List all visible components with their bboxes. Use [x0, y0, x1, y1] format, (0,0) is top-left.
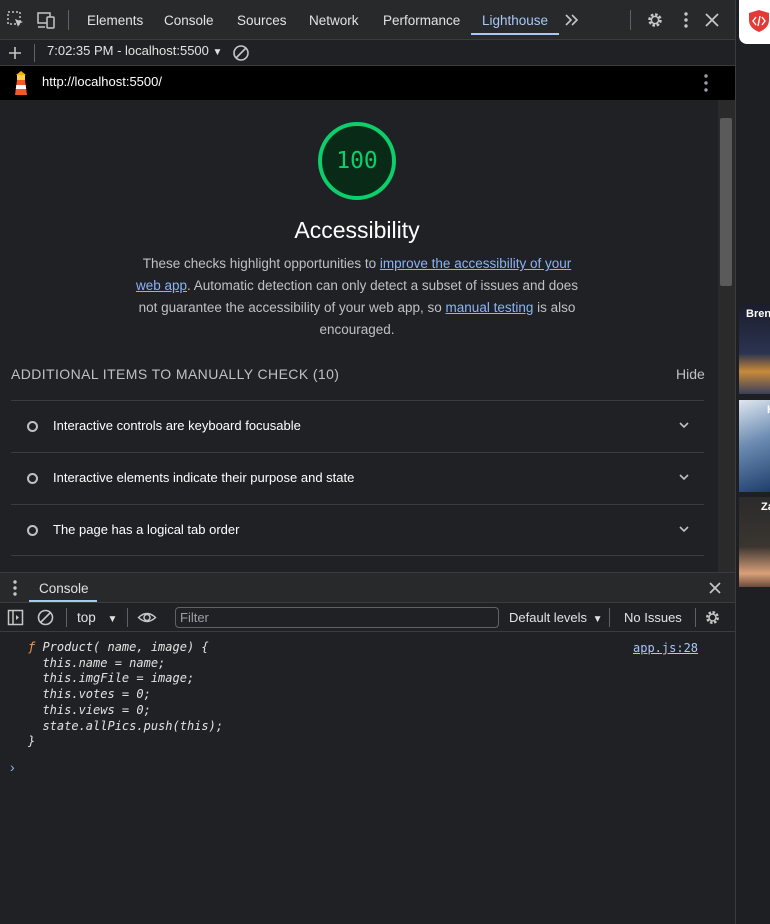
- description-text: These checks highlight opportunities to: [142, 256, 380, 271]
- manual-audit-circle-icon: [27, 525, 38, 536]
- source-location-link[interactable]: app.js:28: [633, 641, 698, 655]
- code-line: Product( name, image) {: [42, 640, 209, 654]
- code-line: this.imgFile = image;: [28, 671, 195, 686]
- category-description: These checks highlight opportunities to …: [135, 253, 579, 341]
- log-levels-label: Default levels: [509, 610, 588, 625]
- dropdown-arrow-icon: ▼: [592, 614, 603, 625]
- participant-thumbnail[interactable]: Za: [739, 497, 770, 587]
- devtools-tabbar: Elements Console Sources Network Perform…: [0, 0, 735, 40]
- settings-gear-icon[interactable]: [645, 10, 665, 30]
- hide-manual-checks-button[interactable]: Hide: [676, 366, 705, 382]
- participant-name: Brend: [746, 308, 770, 320]
- tab-network[interactable]: Network: [309, 0, 359, 40]
- drawer-menu-kebab-icon[interactable]: [8, 579, 22, 597]
- participant-thumbnail[interactable]: H: [739, 400, 770, 492]
- participant-thumbnail[interactable]: Brend: [739, 304, 770, 394]
- lighthouse-logo-icon: [15, 71, 27, 95]
- manual-checks-heading: ADDITIONAL ITEMS TO MANUALLY CHECK (10): [11, 366, 340, 382]
- close-devtools-icon[interactable]: [702, 10, 722, 30]
- extension-button[interactable]: [739, 0, 770, 44]
- console-output: ƒ Product( name, image) { this.name = na…: [0, 632, 735, 924]
- dropdown-arrow-icon: ▼: [107, 614, 118, 625]
- participant-name: Za: [761, 501, 770, 513]
- clear-reports-icon[interactable]: [232, 44, 250, 62]
- report-select-label: 7:02:35 PM - localhost:5500: [47, 43, 209, 58]
- console-toolbar: top ▼ Default levels ▼ No Issues: [0, 603, 735, 632]
- audit-item[interactable]: Interactive elements indicate their purp…: [11, 452, 704, 504]
- code-line: this.name = name;: [28, 655, 166, 670]
- tabbar-divider: [68, 10, 69, 30]
- context-selector[interactable]: top ▼: [77, 610, 117, 625]
- log-levels-dropdown[interactable]: Default levels ▼: [509, 610, 603, 625]
- chevron-down-icon: [679, 526, 689, 533]
- drawer-tab-console[interactable]: Console: [39, 581, 89, 596]
- score-value: 100: [336, 148, 378, 174]
- report-select[interactable]: 7:02:35 PM - localhost:5500 ▼: [47, 43, 222, 58]
- console-filter-input[interactable]: [175, 607, 499, 628]
- extension-shield-icon: [749, 10, 769, 32]
- toolbar-divider: [66, 608, 67, 627]
- device-toolbar-icon[interactable]: [36, 10, 56, 30]
- console-prompt[interactable]: ›: [10, 759, 15, 775]
- browser-side-strip: Brend H Za: [735, 0, 770, 924]
- toolbar-divider: [34, 44, 35, 62]
- code-line: this.views = 0;: [28, 702, 151, 717]
- audit-title: The page has a logical tab order: [53, 522, 240, 537]
- drawer-header: Console: [0, 572, 735, 603]
- manual-audit-circle-icon: [27, 421, 38, 432]
- chevron-down-icon: [679, 474, 689, 481]
- lighthouse-report-toolbar: 7:02:35 PM - localhost:5500 ▼: [0, 40, 735, 66]
- drawer-active-tab-indicator: [29, 600, 97, 602]
- toolbar-divider: [609, 608, 610, 627]
- active-tab-indicator: [471, 33, 559, 35]
- context-label: top: [77, 610, 96, 625]
- code-line: this.votes = 0;: [28, 687, 151, 702]
- code-line: }: [28, 734, 36, 749]
- kebab-menu-icon[interactable]: [676, 10, 696, 30]
- more-tabs-chevron-icon[interactable]: [562, 10, 582, 30]
- tab-console[interactable]: Console: [164, 0, 214, 40]
- audit-item[interactable]: [11, 555, 704, 572]
- dropdown-arrow-icon: ▼: [212, 47, 223, 58]
- manual-testing-link[interactable]: manual testing: [446, 300, 534, 315]
- report-url[interactable]: http://localhost:5500/: [42, 74, 162, 89]
- console-message[interactable]: ƒ Product( name, image) { this.name = na…: [28, 640, 223, 750]
- devtools-panel: Elements Console Sources Network Perform…: [0, 0, 735, 924]
- report-scrollbar-thumb[interactable]: [720, 118, 732, 286]
- audit-title: Interactive elements indicate their purp…: [53, 470, 355, 485]
- clear-console-icon[interactable]: [36, 608, 55, 627]
- audit-item[interactable]: Interactive controls are keyboard focusa…: [11, 400, 704, 452]
- chevron-down-icon: [679, 422, 689, 429]
- audit-title: Interactive controls are keyboard focusa…: [53, 418, 301, 433]
- tab-elements[interactable]: Elements: [87, 0, 143, 40]
- report-menu-kebab-icon[interactable]: [698, 73, 714, 93]
- manual-audit-circle-icon: [27, 473, 38, 484]
- new-report-plus-icon[interactable]: [7, 45, 23, 61]
- audit-item[interactable]: The page has a logical tab order: [11, 504, 704, 556]
- score-gauge: 100: [318, 122, 396, 200]
- category-title: Accessibility: [294, 217, 420, 243]
- code-line: state.allPics.push(this);: [28, 718, 224, 733]
- tabbar-divider: [630, 10, 631, 30]
- issues-counter[interactable]: No Issues: [624, 610, 682, 625]
- tab-sources[interactable]: Sources: [237, 0, 287, 40]
- report-url-bar: http://localhost:5500/: [0, 66, 735, 100]
- sidebar-toggle-icon[interactable]: [7, 609, 24, 626]
- console-settings-gear-icon[interactable]: [703, 608, 722, 627]
- function-keyword: ƒ: [28, 640, 43, 654]
- lighthouse-report: 100 Accessibility These checks highlight…: [0, 100, 718, 572]
- live-expression-eye-icon[interactable]: [137, 608, 157, 627]
- toolbar-divider: [127, 608, 128, 627]
- tab-performance[interactable]: Performance: [383, 0, 460, 40]
- close-drawer-icon[interactable]: [707, 580, 723, 596]
- inspect-element-icon[interactable]: [6, 10, 26, 30]
- toolbar-divider: [695, 608, 696, 627]
